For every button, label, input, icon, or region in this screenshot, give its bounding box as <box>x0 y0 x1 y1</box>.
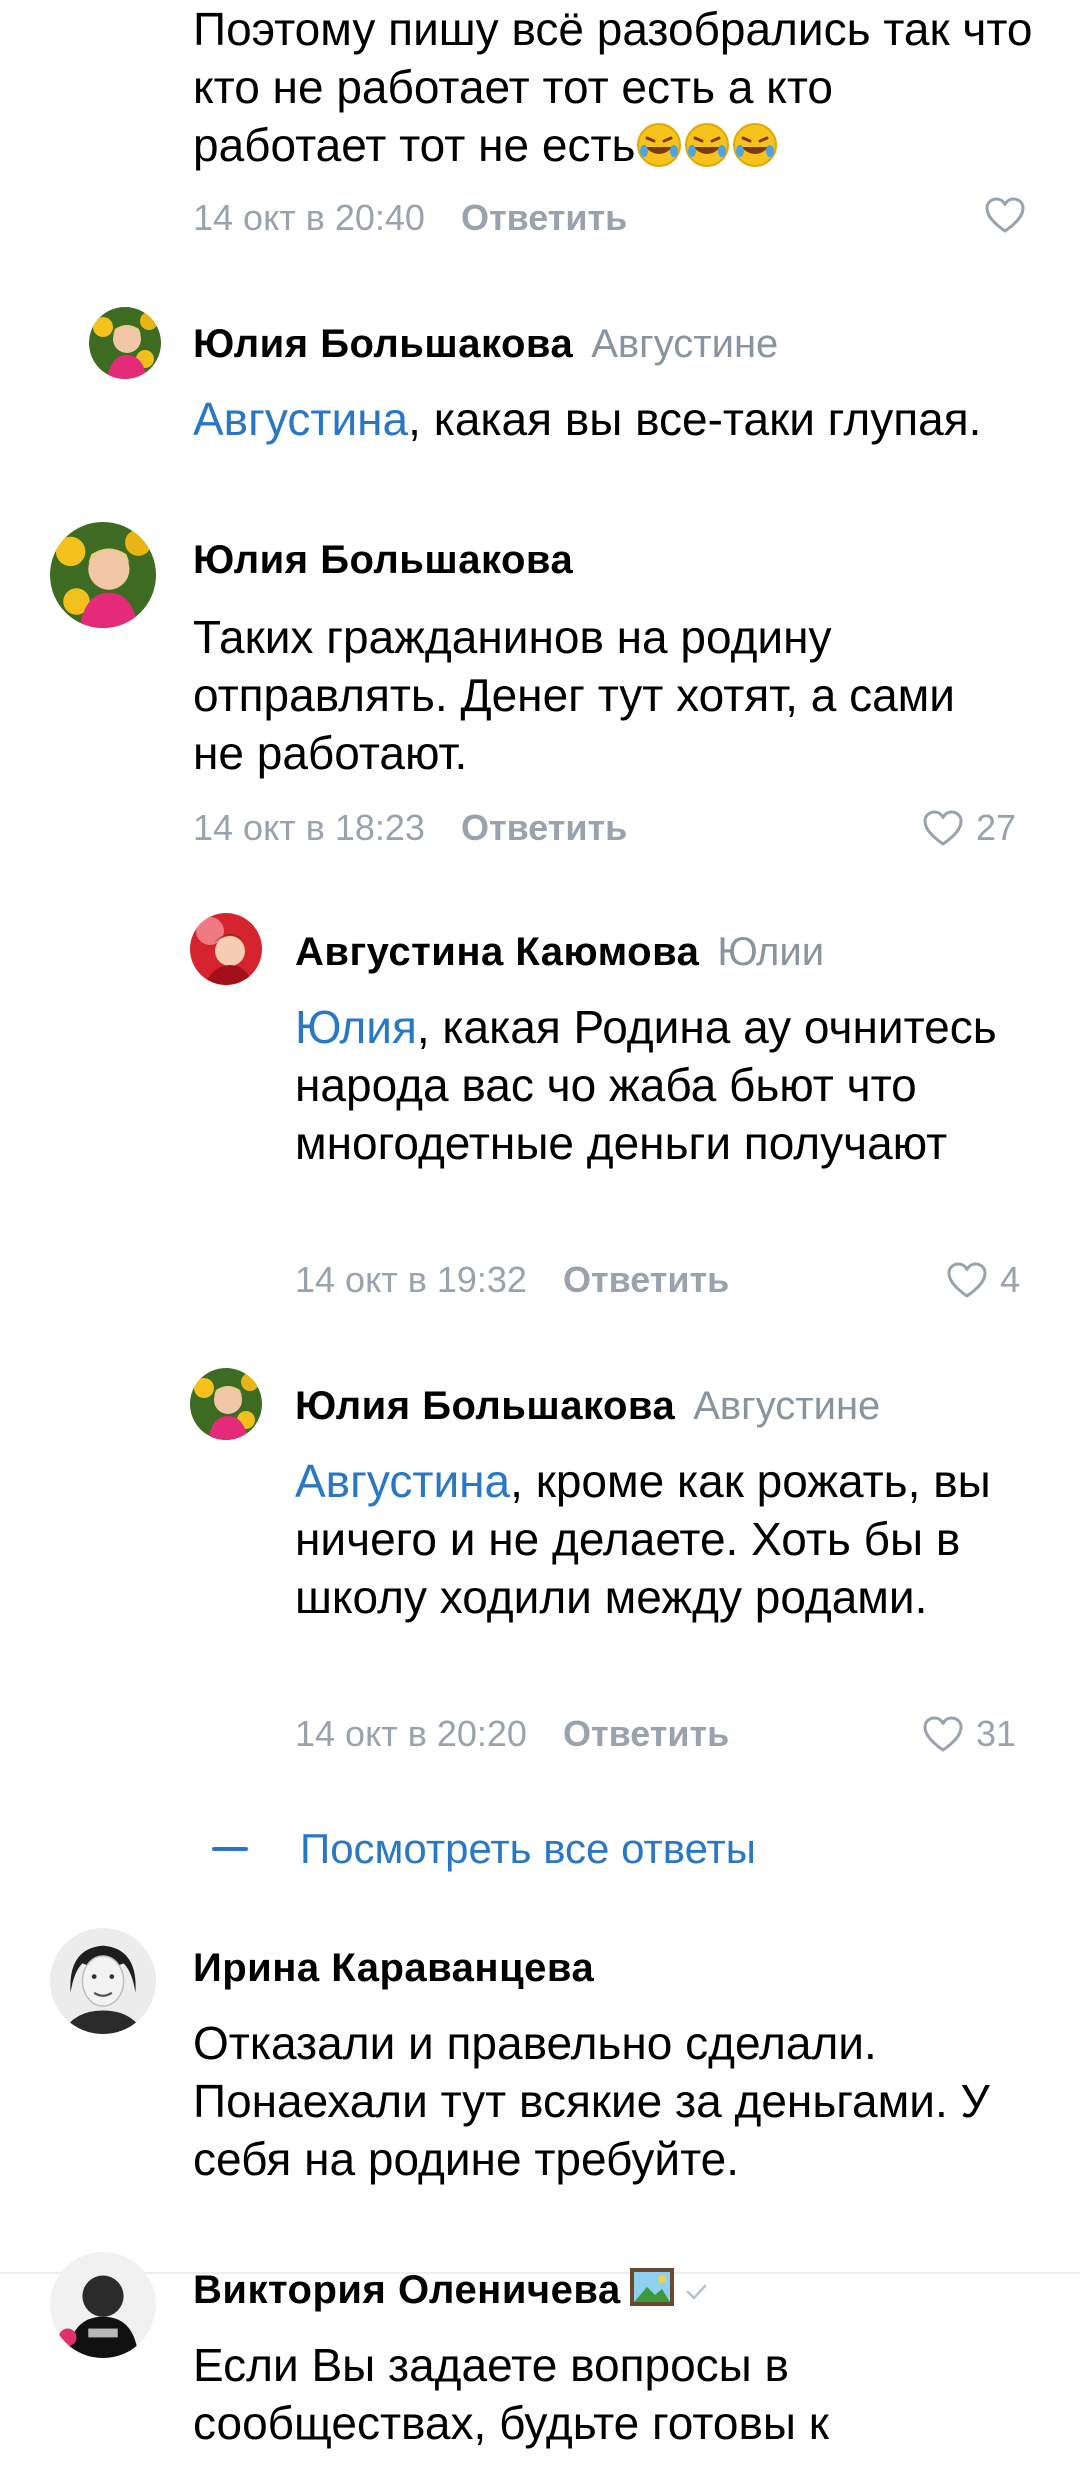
comment-time: 14 окт в 19:32 <box>295 1259 527 1300</box>
heart-outline-icon <box>947 1262 987 1298</box>
like-button[interactable]: 4 <box>946 1258 1020 1302</box>
heart-outline-icon <box>923 1716 963 1752</box>
comment-text: Если Вы задаете вопросы в сообществах, б… <box>193 2339 829 2449</box>
comment-text: Таких гражданинов на родину отправлять. … <box>193 611 955 779</box>
avatar[interactable] <box>190 1368 262 1440</box>
avatar[interactable] <box>50 522 156 628</box>
laughing-emoji <box>635 121 683 182</box>
checkmark-icon <box>683 2268 709 2316</box>
heart-outline-icon <box>985 197 1025 233</box>
like-button[interactable]: 31 <box>922 1712 1016 1756</box>
like-button[interactable] <box>984 196 1026 234</box>
author-name[interactable]: Августина Каюмова <box>295 930 699 974</box>
avatar[interactable] <box>50 1928 156 2034</box>
mention-link[interactable]: Юлия <box>295 1001 417 1053</box>
comment-text: Поэтому пишу всё разобрались так что кто… <box>193 0 1033 182</box>
comment-header: Ирина Караванцева <box>193 1944 594 1992</box>
reply-to-name[interactable]: Августине <box>693 1384 880 1428</box>
reply-button[interactable]: Ответить <box>461 807 627 848</box>
laughing-emoji <box>683 121 731 182</box>
heart-outline-icon <box>923 810 963 846</box>
author-name[interactable]: Виктория Оленичева <box>193 2268 621 2312</box>
reply-button[interactable]: Ответить <box>461 197 627 238</box>
comment-header: Виктория Оленичева <box>193 2266 709 2318</box>
reply-button[interactable]: Ответить <box>563 1713 729 1754</box>
like-count: 4 <box>1000 1259 1021 1300</box>
comment-text: Августина, какая вы все-таки глупая. <box>193 393 982 445</box>
author-name[interactable]: Юлия Большакова <box>193 538 573 582</box>
like-count: 31 <box>976 1713 1017 1754</box>
comment-meta: 14 окт в 20:40 Ответить <box>193 196 627 240</box>
comment-meta: 14 окт в 18:23 Ответить <box>193 806 627 850</box>
comment-header: Юлия Большакова Августине <box>193 320 778 368</box>
framed-picture-emoji <box>629 2267 675 2318</box>
reply-to-name[interactable]: Юлии <box>717 930 824 974</box>
comment-text: Отказали и правельно сделали. Понаехали … <box>193 2017 990 2185</box>
comment-header: Юлия Большакова Августине <box>295 1382 880 1430</box>
show-all-replies-label: Посмотреть все ответы <box>300 1825 756 1872</box>
comment-text: Юлия, какая Родина ау очнитесь народа ва… <box>295 1001 997 1169</box>
mention-link[interactable]: Августина <box>295 1455 510 1507</box>
like-count: 27 <box>976 807 1017 848</box>
reply-button[interactable]: Ответить <box>563 1259 729 1300</box>
comment-header: Августина Каюмова Юлии <box>295 928 824 976</box>
author-name[interactable]: Юлия Большакова <box>295 1384 675 1428</box>
comments-page: Поэтому пишу всё разобрались так что кто… <box>0 0 1080 2477</box>
comment-text: Августина, кроме как рожать, вы ничего и… <box>295 1455 991 1623</box>
comment-time: 14 окт в 20:20 <box>295 1713 527 1754</box>
avatar[interactable] <box>50 2252 156 2358</box>
comment-time: 14 окт в 20:40 <box>193 197 425 238</box>
avatar[interactable] <box>89 307 161 379</box>
author-name[interactable]: Ирина Караванцева <box>193 1946 594 1990</box>
collapse-dash-icon <box>212 1847 248 1851</box>
mention-link[interactable]: Августина <box>193 393 408 445</box>
reply-to-name[interactable]: Августине <box>591 322 778 366</box>
comment-meta: 14 окт в 20:20 Ответить <box>295 1712 729 1756</box>
laughing-emoji <box>731 121 779 182</box>
like-button[interactable]: 27 <box>922 806 1016 850</box>
comment-time: 14 окт в 18:23 <box>193 807 425 848</box>
avatar[interactable] <box>190 913 262 985</box>
comment-meta: 14 окт в 19:32 Ответить <box>295 1258 729 1302</box>
comment-header: Юлия Большакова <box>193 536 573 584</box>
show-all-replies-button[interactable]: Посмотреть все ответы <box>212 1824 756 1874</box>
author-name[interactable]: Юлия Большакова <box>193 322 573 366</box>
